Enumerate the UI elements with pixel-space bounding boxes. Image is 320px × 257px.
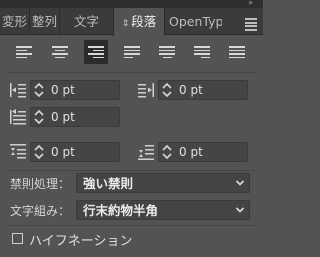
kinsoku-label: 禁則処理： xyxy=(10,177,71,191)
justify-last-center-button[interactable] xyxy=(155,40,179,64)
right-indent-value: 0 pt xyxy=(179,83,203,97)
justify-last-left-button[interactable] xyxy=(120,40,144,64)
spinner-arrows-icon[interactable] xyxy=(34,109,44,125)
mojikumi-dropdown[interactable]: 行末約物半角 xyxy=(76,200,250,220)
space-before-field[interactable]: 0 pt xyxy=(30,142,120,162)
spinner-arrows-icon[interactable] xyxy=(162,82,172,98)
space-before-icon xyxy=(9,143,27,161)
hyphenation-checkbox[interactable] xyxy=(12,233,23,244)
kinsoku-value: 強い禁則 xyxy=(83,176,134,191)
spinner-arrows-icon[interactable] xyxy=(34,144,44,160)
justify-last-right-button[interactable] xyxy=(190,40,214,64)
tab-paragraph[interactable]: ⇕ 段落 xyxy=(113,8,165,36)
tab-paragraph-label: 段落 xyxy=(131,14,157,29)
right-indent-icon xyxy=(137,81,155,99)
first-line-indent-icon xyxy=(9,108,27,126)
hyphenation-label[interactable]: ハイフネーション xyxy=(29,230,132,249)
left-indent-field[interactable]: 0 pt xyxy=(30,80,120,100)
space-after-icon xyxy=(137,143,155,161)
space-after-field[interactable]: 0 pt xyxy=(158,142,248,162)
first-line-indent-field[interactable]: 0 pt xyxy=(30,107,120,127)
mojikumi-label: 文字組み： xyxy=(10,204,71,218)
align-center-button[interactable] xyxy=(48,40,72,64)
tab-opentype[interactable]: OpenType xyxy=(166,8,222,35)
updown-icon: ⇕ xyxy=(121,19,130,29)
collapse-panel-icon[interactable]: » xyxy=(248,0,253,8)
divider xyxy=(8,72,255,73)
chevron-down-icon xyxy=(235,207,245,213)
tab-transform[interactable]: 変形 xyxy=(0,8,30,35)
divider xyxy=(8,170,255,171)
alignment-button-group xyxy=(0,40,263,64)
panel-tab-bar: 変形 整列 文字 ⇕段落 OpenType xyxy=(0,8,263,36)
chevron-down-icon xyxy=(235,180,245,186)
first-line-indent-value: 0 pt xyxy=(51,110,75,124)
justify-all-button[interactable] xyxy=(225,40,249,64)
left-indent-value: 0 pt xyxy=(51,83,75,97)
divider xyxy=(8,225,255,226)
spinner-arrows-icon[interactable] xyxy=(162,144,172,160)
right-indent-field[interactable]: 0 pt xyxy=(158,80,248,100)
align-left-button[interactable] xyxy=(12,40,36,64)
spinner-arrows-icon[interactable] xyxy=(34,82,44,98)
mojikumi-value: 行末約物半角 xyxy=(83,203,159,218)
panel-top-strip: » xyxy=(0,0,263,8)
tab-align[interactable]: 整列 xyxy=(30,8,60,35)
space-before-value: 0 pt xyxy=(51,145,75,159)
panel-menu-icon[interactable] xyxy=(245,18,257,31)
kinsoku-dropdown[interactable]: 強い禁則 xyxy=(76,173,250,193)
align-right-button[interactable] xyxy=(84,40,108,64)
tab-character[interactable]: 文字 xyxy=(60,8,113,35)
left-indent-icon xyxy=(9,81,27,99)
space-after-value: 0 pt xyxy=(179,145,203,159)
